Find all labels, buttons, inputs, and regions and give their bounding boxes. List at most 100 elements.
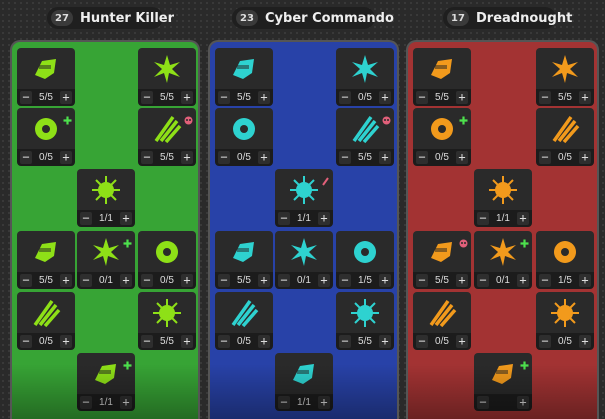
decrease-rank-button[interactable]: − bbox=[339, 274, 351, 287]
talent-slot[interactable]: −0/5 + bbox=[17, 108, 75, 166]
weapon-crate-icon[interactable] bbox=[138, 231, 196, 272]
increase-rank-button[interactable]: + bbox=[258, 151, 270, 164]
talent-slot[interactable]: −0/5 + bbox=[413, 108, 471, 166]
talent-slot[interactable]: −5/5 + bbox=[138, 292, 196, 350]
talent-slot[interactable]: −0/5 + bbox=[536, 292, 594, 350]
spiked-gear-icon[interactable] bbox=[17, 231, 75, 272]
decrease-rank-button[interactable]: − bbox=[278, 396, 290, 409]
talent-slot[interactable]: −5/5 + bbox=[17, 48, 75, 106]
increase-rank-button[interactable]: + bbox=[60, 274, 72, 287]
increase-rank-button[interactable]: + bbox=[258, 91, 270, 104]
increase-rank-button[interactable]: + bbox=[517, 212, 529, 225]
shield-emblem-icon[interactable] bbox=[17, 292, 75, 333]
decrease-rank-button[interactable]: − bbox=[278, 274, 290, 287]
talent-slot[interactable]: −5/5 + bbox=[336, 108, 394, 166]
increase-rank-button[interactable]: + bbox=[379, 91, 391, 104]
decrease-rank-button[interactable]: − bbox=[339, 151, 351, 164]
talent-slot[interactable]: −0/1 + bbox=[77, 231, 135, 289]
decrease-rank-button[interactable]: − bbox=[80, 396, 92, 409]
decrease-rank-button[interactable]: − bbox=[20, 335, 32, 348]
fuel-canister-icon[interactable] bbox=[413, 48, 471, 89]
decrease-rank-button[interactable]: − bbox=[477, 212, 489, 225]
ammo-clip-icon[interactable] bbox=[17, 48, 75, 89]
radiation-icon[interactable] bbox=[474, 169, 532, 210]
decrease-rank-button[interactable]: − bbox=[218, 274, 230, 287]
decrease-rank-button[interactable]: − bbox=[141, 91, 153, 104]
talent-slot[interactable]: −1/1 + bbox=[474, 169, 532, 227]
decrease-rank-button[interactable]: − bbox=[339, 91, 351, 104]
tab-hunter-killer[interactable]: 27 Hunter Killer bbox=[47, 7, 174, 29]
increase-rank-button[interactable]: + bbox=[120, 274, 132, 287]
decrease-rank-button[interactable]: − bbox=[141, 151, 153, 164]
increase-rank-button[interactable]: + bbox=[181, 91, 193, 104]
tower-shield-icon[interactable] bbox=[536, 108, 594, 149]
increase-rank-button[interactable]: + bbox=[456, 91, 468, 104]
talent-slot[interactable]: −1/1 + bbox=[77, 169, 135, 227]
armored-fist-icon[interactable] bbox=[275, 353, 333, 394]
increase-rank-button[interactable]: + bbox=[379, 274, 391, 287]
targeting-shield-icon[interactable] bbox=[215, 231, 273, 272]
decrease-rank-button[interactable]: − bbox=[416, 274, 428, 287]
talent-slot[interactable]: −5/5 + bbox=[413, 48, 471, 106]
increase-rank-button[interactable]: + bbox=[318, 212, 330, 225]
increase-rank-button[interactable]: + bbox=[318, 396, 330, 409]
increase-rank-button[interactable]: + bbox=[379, 335, 391, 348]
increase-rank-button[interactable]: + bbox=[258, 335, 270, 348]
talent-slot[interactable]: −0/1 + bbox=[474, 231, 532, 289]
decrease-rank-button[interactable]: − bbox=[218, 151, 230, 164]
talent-slot[interactable]: −1/1 + bbox=[275, 353, 333, 411]
decrease-rank-button[interactable]: − bbox=[20, 91, 32, 104]
decrease-rank-button[interactable]: − bbox=[339, 335, 351, 348]
talent-slot[interactable]: −5/5 + bbox=[17, 231, 75, 289]
increase-rank-button[interactable]: + bbox=[579, 91, 591, 104]
talent-slot[interactable]: −1/5 + bbox=[336, 231, 394, 289]
talent-slot[interactable]: −5/5 + bbox=[215, 48, 273, 106]
sprinting-soldier-icon[interactable] bbox=[275, 231, 333, 272]
increase-rank-button[interactable]: + bbox=[120, 396, 132, 409]
talent-slot[interactable]: −0/5 + bbox=[215, 292, 273, 350]
fortress-icon[interactable] bbox=[536, 48, 594, 89]
decrease-rank-button[interactable]: − bbox=[80, 212, 92, 225]
talent-slot[interactable]: −0/1 + bbox=[275, 231, 333, 289]
decrease-rank-button[interactable]: − bbox=[20, 151, 32, 164]
decrease-rank-button[interactable]: − bbox=[477, 396, 489, 409]
increase-rank-button[interactable]: + bbox=[517, 396, 529, 409]
decrease-rank-button[interactable]: − bbox=[278, 212, 290, 225]
decrease-rank-button[interactable]: − bbox=[539, 151, 551, 164]
talent-slot[interactable]: −0/5 + bbox=[17, 292, 75, 350]
decrease-rank-button[interactable]: − bbox=[416, 335, 428, 348]
decrease-rank-button[interactable]: − bbox=[218, 335, 230, 348]
talent-slot[interactable]: −0/5 + bbox=[138, 231, 196, 289]
talent-slot[interactable]: −1/1 + bbox=[275, 169, 333, 227]
talent-slot[interactable]: −5/5 + bbox=[413, 231, 471, 289]
skull-icon[interactable] bbox=[138, 292, 196, 333]
increase-rank-button[interactable]: + bbox=[120, 212, 132, 225]
increase-rank-button[interactable]: + bbox=[579, 335, 591, 348]
increase-rank-button[interactable]: + bbox=[60, 91, 72, 104]
talent-slot[interactable]: −0/5 + bbox=[413, 292, 471, 350]
mech-fist-icon[interactable] bbox=[413, 292, 471, 333]
talent-slot[interactable]: −1/5 + bbox=[536, 231, 594, 289]
decrease-rank-button[interactable]: − bbox=[218, 91, 230, 104]
guitar-weapon-icon[interactable] bbox=[215, 108, 273, 149]
shattered-blast-icon[interactable] bbox=[77, 169, 135, 210]
twin-rifles-icon[interactable] bbox=[336, 292, 394, 333]
cyber-heart-icon[interactable] bbox=[336, 231, 394, 272]
tab-cyber-commando[interactable]: 23 Cyber Commando bbox=[232, 7, 394, 29]
increase-rank-button[interactable]: + bbox=[456, 335, 468, 348]
increase-rank-button[interactable]: + bbox=[318, 274, 330, 287]
decrease-rank-button[interactable]: − bbox=[539, 91, 551, 104]
increase-rank-button[interactable]: + bbox=[258, 274, 270, 287]
decrease-rank-button[interactable]: − bbox=[141, 335, 153, 348]
talent-slot[interactable]: −0/5 + bbox=[536, 108, 594, 166]
talent-slot[interactable]: −5/5 + bbox=[336, 292, 394, 350]
gas-mask-icon[interactable] bbox=[536, 231, 594, 272]
increase-rank-button[interactable]: + bbox=[60, 151, 72, 164]
decrease-rank-button[interactable]: − bbox=[477, 274, 489, 287]
decrease-rank-button[interactable]: − bbox=[416, 151, 428, 164]
increase-rank-button[interactable]: + bbox=[60, 335, 72, 348]
talent-slot[interactable]: −1/1 + bbox=[77, 353, 135, 411]
kneeling-rifleman-icon[interactable] bbox=[215, 292, 273, 333]
increase-rank-button[interactable]: + bbox=[579, 274, 591, 287]
decrease-rank-button[interactable]: − bbox=[80, 274, 92, 287]
